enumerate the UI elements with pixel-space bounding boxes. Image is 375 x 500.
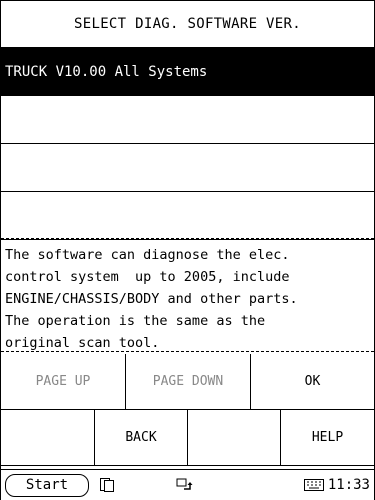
- button-panel: PAGE UP PAGE DOWN OK BACK HELP: [1, 354, 374, 466]
- help-button[interactable]: HELP: [281, 410, 374, 465]
- clock-time: 11:33: [327, 477, 370, 493]
- ok-button[interactable]: OK: [251, 354, 374, 409]
- windows-icon[interactable]: [99, 477, 115, 493]
- empty-button[interactable]: [1, 410, 95, 465]
- page-up-button[interactable]: PAGE UP: [1, 354, 126, 409]
- list-item[interactable]: [1, 96, 374, 144]
- list-item[interactable]: TRUCK V10.00 All Systems: [1, 48, 374, 96]
- diagnostic-screen: SELECT DIAG. SOFTWARE VER. TRUCK V10.00 …: [0, 0, 375, 500]
- sync-icon[interactable]: [175, 477, 193, 493]
- empty-button[interactable]: [188, 410, 281, 465]
- button-row-top: PAGE UP PAGE DOWN OK: [1, 354, 374, 410]
- list-item[interactable]: [1, 192, 374, 240]
- list-item[interactable]: [1, 144, 374, 192]
- clock: 11:33: [303, 477, 370, 493]
- software-description: The software can diagnose the elec. cont…: [1, 238, 374, 352]
- software-version-list: TRUCK V10.00 All Systems: [1, 48, 374, 240]
- start-button[interactable]: Start: [5, 473, 89, 497]
- keyboard-icon[interactable]: [303, 479, 324, 491]
- back-button[interactable]: BACK: [95, 410, 188, 465]
- taskbar: Start 11:33: [1, 469, 374, 500]
- button-row-bottom: BACK HELP: [1, 410, 374, 466]
- page-down-button[interactable]: PAGE DOWN: [126, 354, 251, 409]
- page-title: SELECT DIAG. SOFTWARE VER.: [1, 0, 374, 48]
